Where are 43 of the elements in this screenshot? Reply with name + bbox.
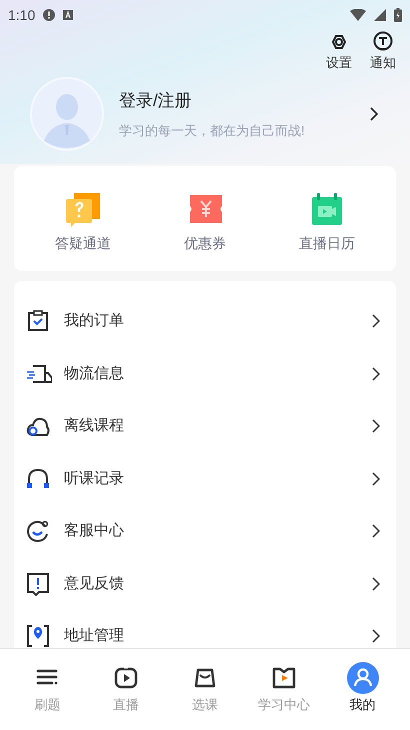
menu-item[interactable]: 离线课程 <box>14 400 396 452</box>
login-title[interactable]: 登录/注册 <box>119 88 192 114</box>
shortcut-button[interactable]: 优惠券 <box>170 189 240 254</box>
wifi-icon <box>350 9 366 21</box>
menu-label: 意见反馈 <box>64 574 125 594</box>
menu-label: 物流信息 <box>64 364 125 384</box>
settings-button[interactable]: 设置 <box>326 30 352 76</box>
notification-button[interactable]: 通知 <box>370 30 396 76</box>
battery-icon <box>394 8 402 22</box>
menu-item[interactable]: 物流信息 <box>14 348 396 400</box>
chevron-icon <box>372 366 380 381</box>
shopping-bag-icon <box>192 666 217 690</box>
chevron-icon[interactable] <box>370 107 378 121</box>
menu-label: 离线课程 <box>64 416 125 436</box>
menu-label: 听课记录 <box>64 468 125 488</box>
chevron-icon <box>372 314 380 328</box>
shortcut-button[interactable]: 答疑通道 <box>48 189 118 254</box>
user-icon <box>346 662 379 694</box>
chevron-icon <box>372 629 380 644</box>
menu-label: 地址管理 <box>64 626 125 646</box>
alert-icon <box>43 9 56 21</box>
app-notification-icon <box>63 10 74 20</box>
menu-item[interactable]: 地址管理 <box>14 610 396 648</box>
menu-item[interactable]: 听课记录 <box>14 452 396 505</box>
play-icon <box>114 666 138 690</box>
status-time: 1:10 <box>8 6 36 24</box>
avatar-icon <box>30 77 104 151</box>
chevron-icon <box>372 524 380 538</box>
headphones-icon <box>26 466 52 491</box>
menu-label: 我的订单 <box>64 311 125 331</box>
chevron-icon <box>372 576 380 591</box>
feedback-icon <box>26 572 52 596</box>
menu-label: 客服中心 <box>64 521 125 541</box>
signal-icon <box>374 9 386 21</box>
tab[interactable]: 我的 <box>328 662 398 714</box>
menu-item[interactable]: 我的订单 <box>14 295 396 348</box>
profile-subtitle: 学习的每一天，都在为自己而战! <box>119 122 306 140</box>
shortcut-button[interactable]: 直播日历 <box>292 189 362 254</box>
menu-item[interactable]: 客服中心 <box>14 505 396 558</box>
chevron-icon <box>372 419 380 434</box>
chevron-icon <box>372 472 380 486</box>
book-play-icon <box>272 666 296 690</box>
menu-item[interactable]: 意见反馈 <box>14 558 396 610</box>
